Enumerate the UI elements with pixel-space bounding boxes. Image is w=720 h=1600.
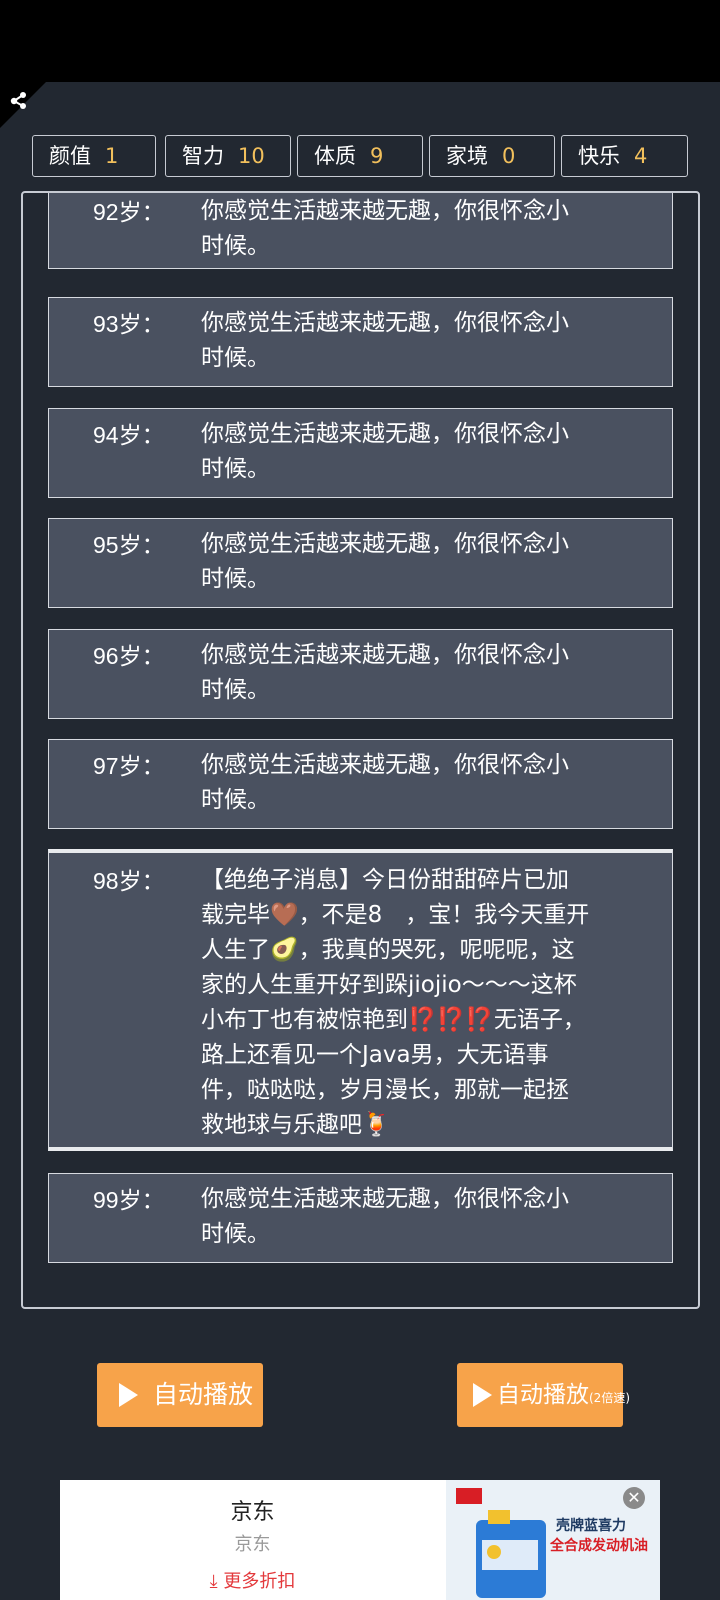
play-icon — [473, 1383, 492, 1407]
log-entry-highlighted: 98岁： 【绝绝子消息】今日份甜甜碎片已加 载完毕🤎，不是8 ，宝！我今天重开 … — [48, 849, 673, 1151]
log-entry: 96岁： 你感觉生活越来越无趣，你很怀念小 时候。 — [48, 629, 673, 719]
auto-play-button[interactable]: 自动播放 — [97, 1363, 263, 1427]
ad-banner[interactable]: 京东 京东 ⤓ 更多折扣 壳牌蓝喜力 全合成发动机油 ✕ — [60, 1480, 660, 1600]
entry-text: 你感觉生活越来越无趣，你很怀念小 时候。 — [201, 527, 646, 597]
stat-value: 10 — [238, 144, 265, 168]
stat-family: 家境 0 — [429, 135, 555, 177]
log-entry: 97岁： 你感觉生活越来越无趣，你很怀念小 时候。 — [48, 739, 673, 829]
entry-text: 你感觉生活越来越无趣，你很怀念小 时候。 — [201, 748, 646, 818]
entry-line: 你感觉生活越来越无趣，你很怀念小 — [201, 752, 569, 778]
stat-happiness: 快乐 4 — [561, 135, 688, 177]
status-bar-area — [0, 0, 720, 82]
stat-label: 体质 — [314, 144, 356, 168]
entry-age: 95岁： — [93, 532, 165, 558]
entry-line: 路上还看见一个Java男，大无语事 — [201, 1042, 549, 1068]
entry-line: 你感觉生活越来越无趣，你很怀念小 — [201, 310, 569, 336]
entry-line: 时候。 — [201, 456, 270, 482]
entry-line: 你感觉生活越来越无趣，你很怀念小 — [201, 198, 569, 224]
entry-age: 99岁： — [93, 1187, 165, 1213]
entry-line: 人生了🥑，我真的哭死，呢呢呢，这 — [201, 937, 575, 963]
entry-line: 你感觉生活越来越无趣，你很怀念小 — [201, 1186, 569, 1212]
ad-headline: 壳牌蓝喜力 — [556, 1518, 626, 1534]
download-arrow-icon: ⤓ — [209, 1571, 224, 1592]
ad-title: 京东 — [230, 1500, 275, 1525]
entry-line: 你感觉生活越来越无趣，你很怀念小 — [201, 421, 569, 447]
auto-play-fast-button[interactable]: 自动播放(2倍速) — [457, 1363, 630, 1427]
entry-age: 98岁： — [93, 868, 165, 894]
entry-line: 你感觉生活越来越无趣，你很怀念小 — [201, 531, 569, 557]
entry-line: 件，哒哒哒，岁月漫长，那就一起拯 — [201, 1077, 569, 1103]
life-log-panel[interactable]: 92岁： 你感觉生活越来越无趣，你很怀念小 时候。 93岁： 你感觉生活越来越无… — [21, 191, 700, 1309]
ad-product-image[interactable]: 壳牌蓝喜力 全合成发动机油 ✕ — [446, 1480, 660, 1600]
entry-age: 92岁： — [93, 199, 165, 225]
entry-text: 你感觉生活越来越无趣，你很怀念小 时候。 — [201, 194, 646, 264]
button-label-main: 自动播放 — [497, 1382, 589, 1408]
entry-line: 时候。 — [201, 787, 270, 813]
ad-more-label: 更多折扣 — [223, 1571, 296, 1592]
entry-age: 97岁： — [93, 753, 165, 779]
play-icon — [119, 1383, 138, 1407]
entry-line: 救地球与乐趣吧🍹 — [201, 1112, 391, 1138]
entry-text: 【绝绝子消息】今日份甜甜碎片已加 载完毕🤎，不是8 ，宝！我今天重开 人生了🥑，… — [201, 863, 653, 1143]
share-icon[interactable] — [8, 90, 30, 112]
stat-label: 快乐 — [578, 144, 620, 168]
stat-label: 家境 — [446, 144, 488, 168]
ad-headline-2: 全合成发动机油 — [550, 1538, 648, 1554]
stat-constitution: 体质 9 — [297, 135, 423, 177]
stat-label: 智力 — [182, 144, 224, 168]
entry-text: 你感觉生活越来越无趣，你很怀念小 时候。 — [201, 417, 646, 487]
entry-line: 时候。 — [201, 566, 270, 592]
log-entry: 99岁： 你感觉生活越来越无趣，你很怀念小 时候。 — [48, 1173, 673, 1263]
entry-text: 你感觉生活越来越无趣，你很怀念小 时候。 — [201, 1182, 646, 1252]
entry-line: 载完毕🤎，不是8 ，宝！我今天重开 — [201, 902, 590, 928]
stat-appearance: 颜值 1 — [32, 135, 156, 177]
entry-line: 时候。 — [201, 233, 270, 259]
button-label: 自动播放(2倍速) — [497, 1363, 630, 1430]
entry-line: 时候。 — [201, 345, 270, 371]
log-entry: 92岁： 你感觉生活越来越无趣，你很怀念小 时候。 — [48, 193, 673, 269]
stat-value: 0 — [502, 144, 516, 168]
stat-value: 9 — [370, 144, 384, 168]
log-entry: 95岁： 你感觉生活越来越无趣，你很怀念小 时候。 — [48, 518, 673, 608]
entry-line: 时候。 — [201, 677, 270, 703]
entry-line: 时候。 — [201, 1221, 270, 1247]
entry-line: 家的人生重开好到跺jiojio～～～这杯 — [201, 972, 577, 998]
entry-line: 小布丁也有被惊艳到⁉️⁉️⁉️无语子， — [201, 1007, 586, 1033]
button-label-sub: (2倍速) — [589, 1391, 630, 1405]
stat-intelligence: 智力 10 — [165, 135, 291, 177]
log-entry: 94岁： 你感觉生活越来越无趣，你很怀念小 时候。 — [48, 408, 673, 498]
log-entry: 93岁： 你感觉生活越来越无趣，你很怀念小 时候。 — [48, 297, 673, 387]
entry-text: 你感觉生活越来越无趣，你很怀念小 时候。 — [201, 638, 646, 708]
entry-line: 你感觉生活越来越无趣，你很怀念小 — [201, 642, 569, 668]
close-icon[interactable]: ✕ — [623, 1487, 645, 1509]
ad-more-link[interactable]: ⤓ 更多折扣 — [60, 1567, 445, 1593]
ad-subtitle: 京东 — [234, 1534, 271, 1555]
entry-text: 你感觉生活越来越无趣，你很怀念小 时候。 — [201, 306, 646, 376]
button-label: 自动播放 — [153, 1380, 254, 1409]
entry-line: 【绝绝子消息】今日份甜甜碎片已加 — [201, 867, 569, 893]
entry-age: 96岁： — [93, 643, 165, 669]
entry-age: 94岁： — [93, 422, 165, 448]
stat-value: 4 — [634, 144, 648, 168]
stat-value: 1 — [105, 144, 119, 168]
stat-label: 颜值 — [49, 144, 91, 168]
entry-age: 93岁： — [93, 311, 165, 337]
